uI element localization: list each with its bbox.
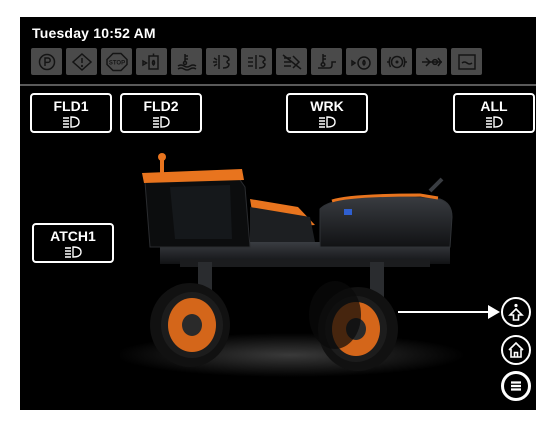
headlight-icon (65, 246, 82, 258)
atch1-label: ATCH1 (50, 228, 96, 244)
headlight-icon (63, 116, 80, 128)
warning-icon (66, 48, 97, 75)
indicator-bar: STOP (31, 48, 482, 75)
brake-fault-icon (381, 48, 412, 75)
fld2-light-button[interactable]: FLD2 (120, 93, 202, 133)
hamburger-menu-icon (511, 381, 521, 391)
def-level-icon (451, 48, 482, 75)
menu-button[interactable] (501, 371, 531, 401)
turn-signal-right-icon (241, 48, 272, 75)
headlight-icon (153, 116, 170, 128)
parking-brake-icon (31, 48, 62, 75)
atch1-light-button[interactable]: ATCH1 (32, 223, 114, 263)
header-divider (20, 84, 536, 86)
home-icon (508, 341, 524, 358)
fld1-light-button[interactable]: FLD1 (30, 93, 112, 133)
all-light-button[interactable]: ALL (453, 93, 535, 133)
operator-presence-button[interactable] (501, 297, 531, 327)
sprayer-vehicle-image (120, 153, 465, 377)
callout-arrow-line (398, 311, 491, 313)
callout-arrow-head (488, 305, 500, 319)
home-button[interactable] (501, 335, 531, 365)
fld1-label: FLD1 (53, 98, 89, 114)
oil-pressure-icon (346, 48, 377, 75)
hydraulic-oil-temp-icon (311, 48, 342, 75)
date-time: Tuesday 10:52 AM (32, 25, 156, 41)
headlight-icon (319, 116, 336, 128)
operator-presence-icon (508, 303, 524, 321)
coolant-level-icon (171, 48, 202, 75)
fld2-label: FLD2 (143, 98, 179, 114)
all-label: ALL (480, 98, 508, 114)
fuel-filter-icon (136, 48, 167, 75)
menu-button-inner (504, 374, 528, 398)
headlight-icon (486, 116, 503, 128)
wrk-light-button[interactable]: WRK (286, 93, 368, 133)
turn-signal-left-icon (206, 48, 237, 75)
hazard-disabled-icon (276, 48, 307, 75)
wrk-label: WRK (310, 98, 344, 114)
svg-text:STOP: STOP (108, 60, 124, 66)
display-screen: Tuesday 10:52 AM STOP FLD1 FLD2 WRK ALL … (20, 17, 536, 410)
battery-charge-icon (416, 48, 447, 75)
stop-icon: STOP (101, 48, 132, 75)
